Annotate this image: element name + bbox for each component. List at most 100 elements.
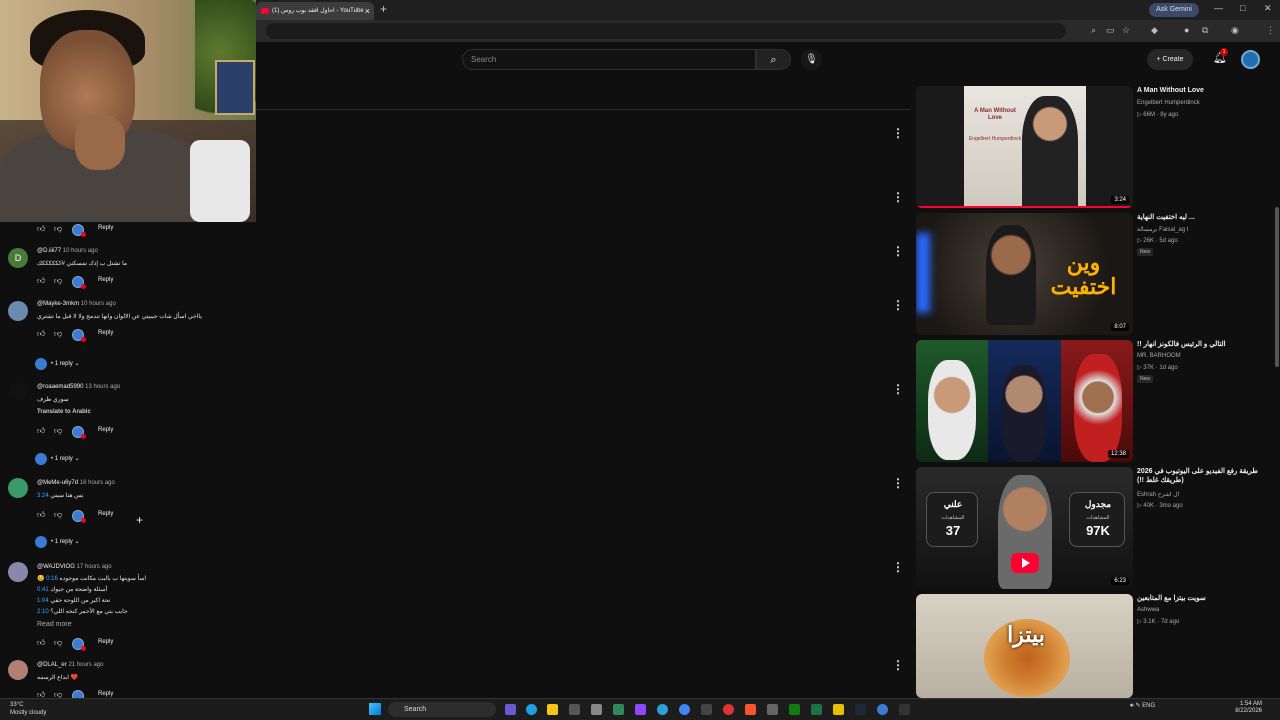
close-tab-icon[interactable]: × [365, 2, 370, 20]
read-more-button[interactable]: Read more [37, 621, 72, 628]
like-icon[interactable]: 👍︎ [37, 224, 45, 234]
timestamp-link[interactable]: 0:41 [37, 587, 49, 593]
more-options-icon[interactable]: ⋮ [892, 658, 904, 672]
reply-button[interactable]: Reply [98, 330, 113, 336]
dislike-icon[interactable]: 👎︎ [54, 510, 62, 520]
xbox-icon[interactable] [789, 704, 800, 715]
video-thumbnail[interactable]: وين اختفيت 8:07 [916, 213, 1133, 335]
like-icon[interactable]: 👍︎ [37, 276, 45, 286]
more-options-icon[interactable]: ⋮ [892, 126, 904, 140]
video-title[interactable]: طريقة رفع الفيديو على اليوتيوب في 2026 (… [1137, 467, 1272, 485]
app-icon[interactable] [899, 704, 910, 715]
comment-time[interactable]: 17 hours ago [77, 564, 112, 570]
clock[interactable]: 1:54 AM 8/22/2026 [1228, 701, 1262, 715]
avatar[interactable] [8, 660, 28, 680]
account-avatar[interactable] [1241, 50, 1260, 69]
dislike-icon[interactable]: 👎︎ [54, 638, 62, 648]
reply-button[interactable]: Reply [98, 277, 113, 283]
minimize-icon[interactable]: — [1214, 3, 1223, 13]
video-title[interactable]: سويت بيتزا مع المتابعين [1137, 594, 1272, 603]
like-icon[interactable]: 👍︎ [37, 510, 45, 520]
extension-icon[interactable]: ◆ [1151, 25, 1158, 36]
reply-button[interactable]: Reply [98, 427, 113, 433]
app-icon[interactable] [811, 704, 822, 715]
comment-author[interactable]: @WAJDVIOG [37, 564, 75, 570]
more-options-icon[interactable]: ⋮ [892, 244, 904, 258]
taskbar-search[interactable]: Search [388, 702, 496, 717]
reply-button[interactable]: Reply [98, 511, 113, 517]
comment-author[interactable]: @MeMe-u6y7d [37, 480, 78, 486]
timestamp-link[interactable]: 3:24 [37, 493, 49, 499]
dislike-icon[interactable]: 👎︎ [54, 690, 62, 698]
avatar[interactable] [9, 382, 27, 400]
comment-author[interactable]: @D.iiii77 [37, 248, 61, 254]
video-thumbnail[interactable]: علني المشاهدات 37 مجدول المشاهدات 97K 6:… [916, 467, 1133, 589]
file-explorer-icon[interactable] [547, 704, 558, 715]
app-icon[interactable] [635, 704, 646, 715]
more-options-icon[interactable]: ⋮ [892, 382, 904, 396]
timestamp-link[interactable]: 1:04 [37, 598, 49, 604]
channel-name[interactable]: برمسالة Faisal_ag I [1137, 226, 1188, 233]
ask-gemini-button[interactable]: Ask Gemini [1149, 3, 1199, 17]
timestamp-link[interactable]: 2:10 [37, 609, 49, 615]
extension-icon[interactable]: ● [1184, 25, 1189, 35]
channel-name[interactable]: Engelbert Humperdinck [1137, 100, 1200, 106]
reply-button[interactable]: Reply [98, 225, 113, 231]
more-options-icon[interactable]: ⋮ [892, 298, 904, 312]
bookmark-star-icon[interactable]: ☆ [1122, 25, 1130, 36]
comment-author[interactable]: @DLAL_er [37, 662, 67, 668]
cast-icon[interactable]: ▭ [1106, 25, 1115, 36]
video-title[interactable]: !! التالي و الرئيس فالكونز انهار [1137, 340, 1272, 349]
comment-time[interactable]: 16 hours ago [80, 480, 115, 486]
dislike-icon[interactable]: 👎︎ [54, 276, 62, 286]
create-button[interactable]: + Create [1147, 49, 1193, 70]
app-icon[interactable] [569, 704, 580, 715]
channel-name[interactable]: Ashwwa [1137, 607, 1159, 613]
scrollbar[interactable] [1275, 207, 1279, 367]
video-title[interactable]: A Man Without Love [1137, 86, 1272, 95]
telegram-icon[interactable] [657, 704, 668, 715]
video-thumbnail[interactable]: بيتزا [916, 594, 1133, 698]
profile-icon[interactable]: ◉ [1231, 25, 1239, 36]
avatar[interactable] [8, 301, 28, 321]
dislike-icon[interactable]: 👎︎ [54, 329, 62, 339]
avatar[interactable]: D [8, 248, 28, 268]
search-input[interactable]: Search [462, 49, 756, 70]
like-icon[interactable]: 👍︎ [37, 329, 45, 339]
edge-icon[interactable] [526, 704, 537, 715]
like-icon[interactable]: 👍︎ [37, 638, 45, 648]
start-icon[interactable] [369, 703, 381, 715]
avatar[interactable] [8, 478, 28, 498]
search-button[interactable]: ⌕ [756, 49, 791, 70]
reply-button[interactable]: Reply [98, 639, 113, 645]
chrome-icon[interactable] [679, 704, 690, 715]
more-options-icon[interactable]: ⋮ [892, 560, 904, 574]
weather-widget[interactable]: 33°C Mostly cloudy [10, 701, 46, 717]
avatar[interactable] [8, 562, 28, 582]
close-window-icon[interactable]: ✕ [1264, 3, 1272, 14]
dislike-icon[interactable]: 👎︎ [54, 224, 62, 234]
comment-time[interactable]: 10 hours ago [63, 248, 98, 254]
translate-button[interactable]: Translate to Arabic [37, 409, 91, 415]
maximize-icon[interactable]: □ [1240, 3, 1245, 13]
app-icon[interactable] [833, 704, 844, 715]
more-options-icon[interactable]: ⋮ [892, 190, 904, 204]
dislike-icon[interactable]: 👎︎ [54, 426, 62, 436]
channel-name[interactable]: Eshrah ال اشرح [1137, 491, 1179, 498]
app-icon[interactable] [613, 704, 624, 715]
system-tray[interactable]: 🔊︎ ✎ ENG [1130, 702, 1155, 710]
browser-tab[interactable]: (1) احاول افقد بوب روس - YouTube × [256, 2, 374, 20]
new-tab-icon[interactable]: + [380, 2, 387, 16]
app-icon[interactable] [591, 704, 602, 715]
comment-author[interactable]: @Mayke-3mkm [37, 301, 79, 307]
language-indicator[interactable]: ENG [1142, 703, 1155, 709]
video-thumbnail[interactable]: 12:38 [916, 340, 1133, 462]
app-icon[interactable] [723, 704, 734, 715]
app-icon[interactable] [505, 704, 516, 715]
brave-icon[interactable] [745, 704, 756, 715]
steam-icon[interactable] [855, 704, 866, 715]
like-icon[interactable]: 👍︎ [37, 690, 45, 698]
address-field[interactable] [266, 23, 1066, 39]
puzzle-extensions-icon[interactable]: ⧉ [1202, 25, 1208, 36]
reply-button[interactable]: Reply [98, 691, 113, 697]
